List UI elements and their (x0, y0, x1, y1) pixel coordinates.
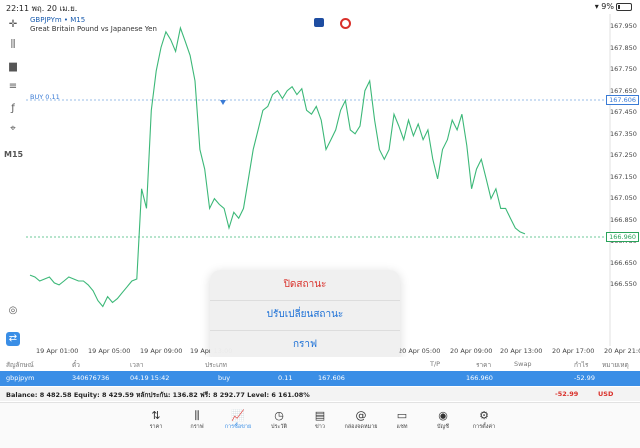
position-context-menu: ปิดสถานะ ปรับเปลี่ยนสถานะ กราฟ (210, 270, 400, 360)
col-current: ราคา (476, 361, 492, 369)
col-ticket: ตั๋ว (72, 361, 80, 369)
col-time: เวลา (130, 361, 144, 369)
x-tick-label: 19 Apr 09:00 (140, 347, 183, 355)
col-profit: กำไร (574, 361, 589, 369)
price-series-line (29, 25, 526, 308)
pos-symbol: gbpjpym (6, 374, 35, 382)
chart-button[interactable]: กราฟ (210, 330, 400, 360)
nav-trade[interactable]: 📈 การซื้อขาย (218, 409, 258, 431)
nav-news[interactable]: ▤ ข่าว (300, 409, 340, 431)
position-row[interactable]: gbpjpym 340676736 04.19 15:42 buy 0.11 1… (0, 371, 640, 386)
y-tick-label: 166.550 (610, 280, 637, 288)
col-tp: T/P (430, 360, 441, 368)
balance-text: Balance: 8 482.58 Equity: 8 429.59 หลักป… (6, 391, 310, 399)
nav-settings[interactable]: ⚙ การตั้งค่า (464, 409, 504, 431)
nav-chat[interactable]: ▭ แชท (382, 409, 422, 431)
mail-icon: @ (355, 409, 367, 422)
y-tick-label: 167.450 (610, 108, 637, 116)
pos-type: buy (218, 374, 231, 382)
buy-line-label: BUY 0.11 (30, 93, 60, 101)
nav-quotes[interactable]: ⇅ ราคา (136, 409, 176, 431)
y-tick-label: 167.950 (610, 22, 637, 30)
y-tick-label: 167.250 (610, 151, 637, 159)
news-icon: ▤ (314, 409, 326, 422)
x-tick-label: 20 Apr 13:00 (500, 347, 543, 355)
y-tick-label: 167.050 (610, 194, 637, 202)
col-swap: Swap (514, 360, 532, 368)
pos-time: 04.19 15:42 (130, 374, 170, 382)
trade-chart-icon: 📈 (231, 409, 245, 422)
x-tick-label: 20 Apr 09:00 (450, 347, 493, 355)
pos-ticket: 340676736 (72, 374, 110, 382)
x-tick-label: 20 Apr 05:00 (398, 347, 441, 355)
y-tick-label: 166.850 (610, 215, 637, 224)
buy-price-tag: 167.606 (606, 95, 639, 105)
history-icon: ◷ (274, 409, 284, 422)
col-symbol: สัญลักษณ์ (6, 361, 34, 369)
col-comment: หมายเหตุ (602, 361, 629, 369)
nav-account[interactable]: ◉ บัญชี (423, 409, 463, 431)
x-tick-label: 20 Apr 21:00 (604, 347, 640, 355)
y-tick-label: 166.650 (610, 258, 637, 267)
col-type: ประเภท (205, 361, 227, 369)
y-tick-label: 167.750 (610, 65, 637, 73)
settings-icon: ⚙ (479, 409, 489, 422)
bottom-nav: ⇅ ราคา ⫼ กราฟ 📈 การซื้อขาย ◷ ประวัติ ▤ ข่าว @… (0, 402, 640, 448)
total-profit: -52.99 (555, 390, 579, 398)
currency: USD (598, 390, 614, 398)
close-position-button[interactable]: ปิดสถานะ (210, 270, 400, 301)
x-tick-label: 20 Apr 17:00 (552, 347, 595, 355)
pos-volume: 0.11 (278, 374, 293, 382)
nav-history[interactable]: ◷ ประวัติ (259, 409, 299, 431)
positions-header: สัญลักษณ์ ตั๋ว เวลา ประเภท T/P ราคา Swap… (0, 357, 640, 371)
buy-entry-marker (220, 100, 226, 105)
current-price-tag: 166.960 (606, 232, 639, 242)
y-tick-label: 167.350 (610, 129, 637, 138)
x-tick-label: 19 Apr 01:00 (36, 347, 79, 355)
y-tick-label: 167.150 (610, 172, 637, 181)
y-tick-label: 167.650 (610, 86, 637, 95)
x-tick-label: 19 Apr 05:00 (88, 347, 131, 355)
modify-position-button[interactable]: ปรับเปลี่ยนสถานะ (210, 300, 400, 331)
pos-price: 167.606 (318, 374, 345, 382)
pos-current: 166.960 (466, 374, 493, 382)
account-summary: Balance: 8 482.58 Equity: 8 429.59 หลักป… (0, 387, 640, 401)
chart-icon: ⫼ (194, 409, 200, 422)
nav-chart[interactable]: ⫼ กราฟ (177, 409, 217, 431)
chat-icon: ▭ (396, 409, 408, 422)
account-icon: ◉ (438, 409, 448, 422)
y-tick-label: 167.850 (610, 43, 637, 52)
quotes-icon: ⇅ (151, 409, 161, 422)
pos-profit: -52.99 (574, 374, 595, 382)
nav-mailbox[interactable]: @ กล่องจดหมาย (341, 409, 381, 431)
